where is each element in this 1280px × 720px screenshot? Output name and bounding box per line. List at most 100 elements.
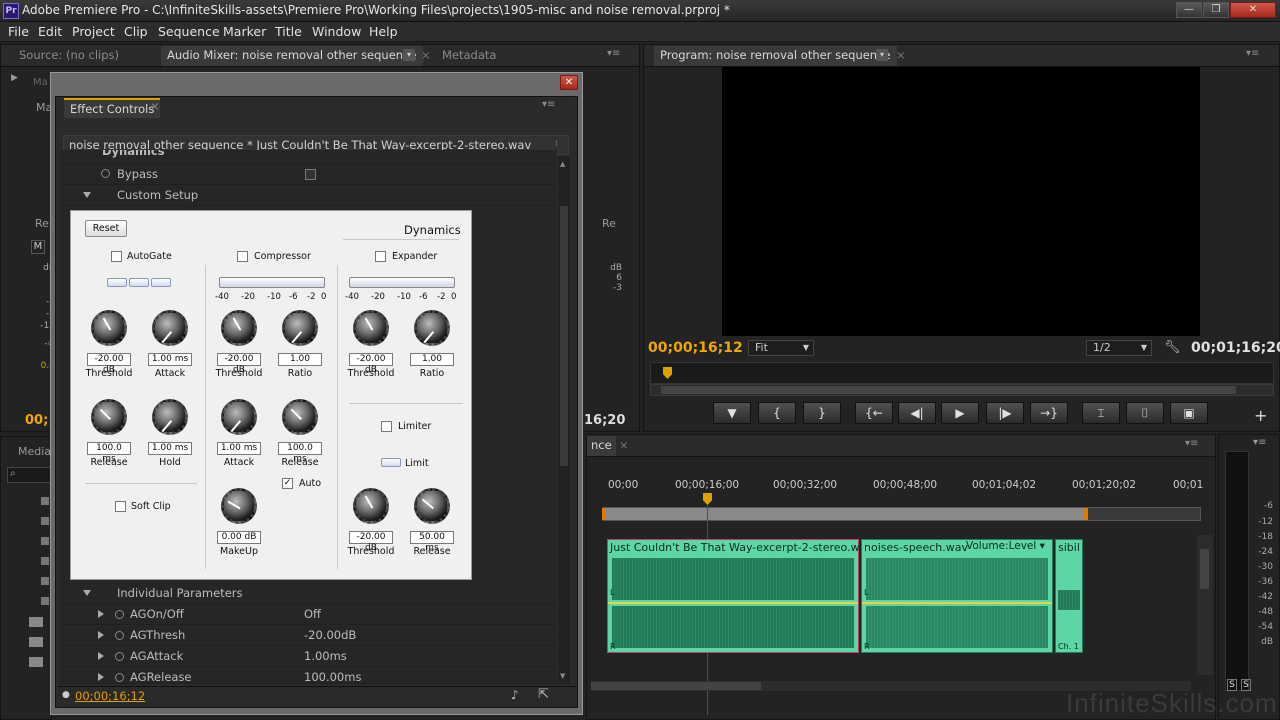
panel-menu-icon[interactable]: ▾≡ [1246,48,1259,59]
expand-triangle-icon[interactable] [98,610,104,618]
menu-clip[interactable]: Clip [124,24,148,39]
mark-in-button[interactable]: { [758,402,796,424]
autogate-threshold-knob[interactable] [91,310,127,346]
compressor-ratio-knob[interactable] [282,310,318,346]
expander-threshold-value[interactable]: -20.00 dB [349,353,393,375]
extract-button[interactable]: ⌷ [1126,402,1164,424]
folder-icon[interactable] [41,497,49,505]
param-value[interactable]: 100.00ms [304,670,361,683]
expand-triangle-icon[interactable] [98,652,104,660]
autogate-hold-value[interactable]: 1.00 ms [148,442,192,455]
folder-icon[interactable] [41,577,49,585]
limiter-checkbox[interactable] [381,421,392,432]
menu-file[interactable]: File [8,24,29,39]
folder-icon[interactable] [29,657,43,667]
close-icon[interactable]: × [150,99,160,113]
add-marker-button[interactable]: ▼ [713,402,751,424]
scroll-down-icon[interactable]: ▼ [560,672,565,680]
menu-help[interactable]: Help [369,24,398,39]
expand-triangle-icon[interactable] [98,673,104,681]
panel-menu-icon[interactable]: ▾≡ [607,48,620,59]
compressor-ratio-value[interactable]: 1.00 [278,353,322,366]
go-to-out-button[interactable]: →} [1030,402,1068,424]
export-icon[interactable]: ⇱ [538,687,549,702]
dynamics-effect-row-partial[interactable]: Dynamics [60,150,557,164]
volume-line[interactable] [862,602,1052,604]
param-value[interactable]: 1.00ms [304,649,347,663]
lift-button[interactable]: ⌶ [1082,402,1120,424]
close-icon[interactable]: × [619,438,629,452]
close-icon[interactable]: × [421,48,431,62]
work-area-end-handle[interactable] [1084,508,1088,520]
tab-sequence[interactable]: nce [587,436,616,456]
scrollbar-thumb[interactable] [591,682,761,690]
compressor-threshold-knob[interactable] [221,310,257,346]
limiter-threshold-value[interactable]: -20.00 dB [349,531,393,553]
autogate-threshold-value[interactable]: -20.00 dB [87,353,131,375]
folder-icon[interactable] [41,557,49,565]
panel-menu-icon[interactable]: ▾≡ [1185,438,1198,449]
play-icon[interactable]: ▶ [11,73,18,83]
stopwatch-icon[interactable] [101,169,110,178]
effect-controls-scrollbar[interactable]: ▲ ▼ [558,156,570,684]
compressor-release-knob[interactable] [282,399,318,435]
program-zoom-scrollbar[interactable] [650,384,1274,396]
stopwatch-icon[interactable] [115,610,124,619]
wrench-icon[interactable]: 🔧︎ [1164,340,1181,355]
menu-window[interactable]: Window [312,24,361,39]
audio-mixer-menu-icon[interactable]: ▾ [403,49,415,61]
folder-icon[interactable] [41,517,49,525]
program-menu-icon[interactable]: ▾ [876,49,888,61]
compressor-makeup-value[interactable]: 0.00 dB [217,531,261,544]
work-area-bar[interactable] [602,507,1201,521]
menu-sequence[interactable]: Sequence [158,24,220,39]
menu-edit[interactable]: Edit [38,24,62,39]
step-forward-button[interactable]: |▶ [986,402,1024,424]
zoom-scrollbar-thumb[interactable] [661,386,1236,394]
audio-solo-icon[interactable]: ♪ [511,688,519,702]
custom-setup-row[interactable]: Custom Setup [60,185,557,206]
clip-noises-speech[interactable]: noises-speech.wav Volume:Level ▾ L R [861,539,1053,653]
minimize-button[interactable]: — [1176,2,1202,18]
clip-sibil[interactable]: sibil Ch. 1 [1055,539,1083,653]
work-area-range[interactable] [604,508,1088,520]
autogate-attack-knob[interactable] [152,310,188,346]
expander-threshold-knob[interactable] [353,310,389,346]
compressor-threshold-value[interactable]: -20.00 dB [217,353,261,375]
volume-level-dropdown[interactable]: Volume:Level ▾ [966,540,1050,554]
effect-controls-timecode[interactable]: 00;00;16;12 [75,689,145,703]
timeline-playhead[interactable] [703,493,712,505]
tab-effect-controls[interactable]: Effect Controls [64,98,161,118]
expander-ratio-value[interactable]: 1.00 [410,353,454,366]
tab-source[interactable]: Source: (no clips) [19,48,119,62]
menu-title[interactable]: Title [275,24,302,39]
close-window-button[interactable]: ✕ [560,75,578,90]
tab-media-browser-partial[interactable]: Media [18,445,51,458]
tab-program[interactable]: Program: noise removal other sequence [654,46,897,66]
scrollbar-thumb[interactable] [1200,549,1209,589]
timeline-vertical-scrollbar[interactable] [1197,535,1213,675]
close-window-button[interactable]: ✕ [1230,2,1276,18]
limiter-release-knob[interactable] [414,488,450,524]
param-value[interactable]: Off [304,607,321,621]
volume-line[interactable] [608,602,858,604]
bypass-checkbox[interactable] [305,169,316,180]
expand-triangle-icon[interactable] [98,631,104,639]
expand-triangle-icon[interactable] [83,590,91,596]
search-input[interactable]: ⌕ [7,467,51,483]
clip-stereo-wav[interactable]: Just Couldn't Be That Way-excerpt-2-ster… [607,539,873,653]
stopwatch-icon[interactable] [115,631,124,640]
folder-icon[interactable] [29,637,43,647]
compressor-release-value[interactable]: 100.0 ms [278,442,322,464]
add-button-icon[interactable]: + [1254,406,1267,425]
autogate-hold-knob[interactable] [152,399,188,435]
menu-marker[interactable]: Marker [223,24,266,39]
auto-checkbox[interactable]: ✓ [282,478,293,489]
program-time-ruler[interactable] [650,362,1274,384]
scrollbar-thumb[interactable] [560,206,568,466]
playhead-marker[interactable] [663,367,672,379]
fit-dropdown[interactable]: Fit ▼ [748,340,814,356]
menu-project[interactable]: Project [72,24,115,39]
compressor-checkbox[interactable] [237,251,248,262]
soft-clip-checkbox[interactable] [115,501,126,512]
